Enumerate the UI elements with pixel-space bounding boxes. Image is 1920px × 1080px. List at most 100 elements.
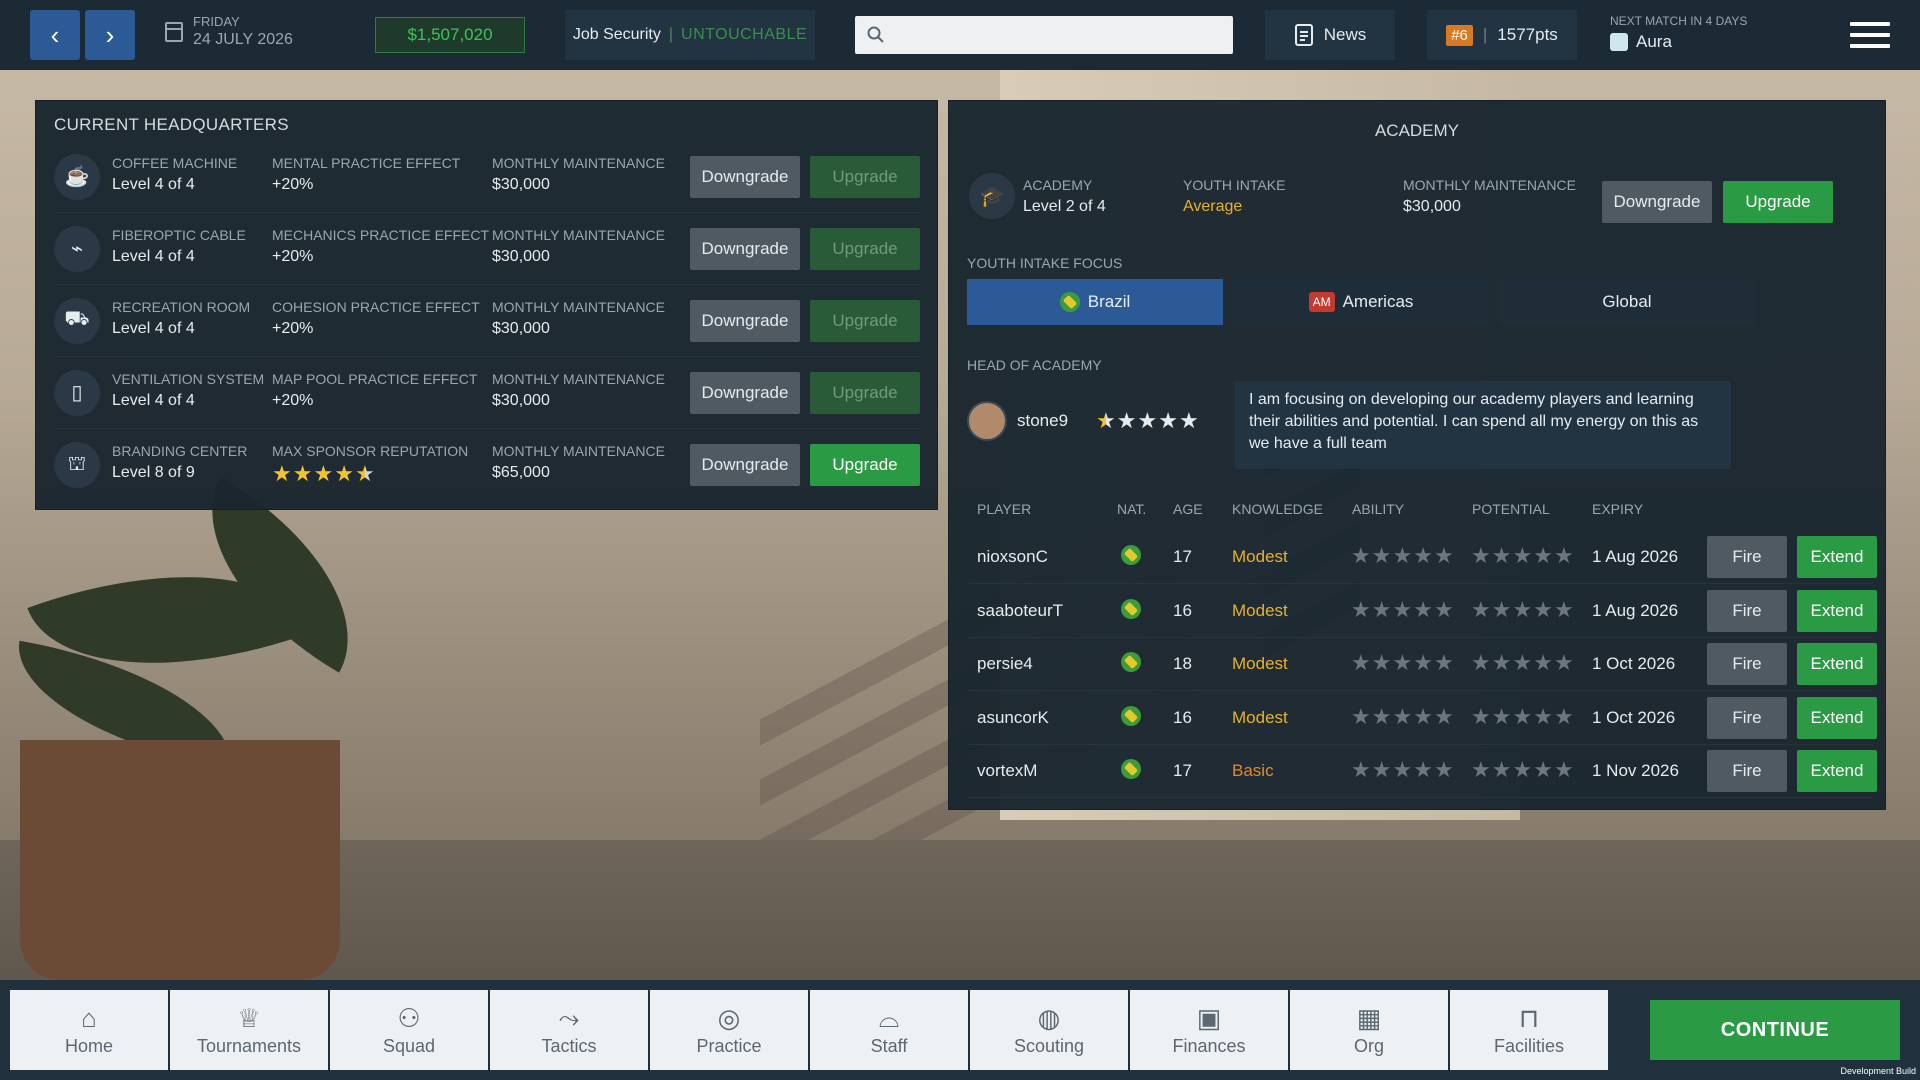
star-icon: ★ bbox=[1491, 650, 1512, 675]
maintenance-value: $30,000 bbox=[492, 248, 550, 265]
star-icon: ★ bbox=[1433, 703, 1454, 729]
avatar bbox=[967, 401, 1007, 441]
player-name[interactable]: persie4 bbox=[977, 654, 1033, 674]
upgrade-button[interactable]: Upgrade bbox=[810, 228, 920, 270]
tab-staff[interactable]: ⌓ Staff bbox=[810, 990, 968, 1070]
star-icon: ★ bbox=[1491, 596, 1512, 622]
tab-facilities[interactable]: ⊓ Facilities bbox=[1450, 990, 1608, 1070]
academy-upgrade-button[interactable]: Upgrade bbox=[1723, 181, 1833, 223]
player-knowledge: Modest bbox=[1232, 600, 1288, 620]
star-icon: ★ bbox=[1533, 703, 1553, 729]
tab-label: Scouting bbox=[1013, 1035, 1085, 1056]
upgrade-button[interactable]: Upgrade bbox=[810, 444, 920, 486]
table-row[interactable]: persie4 18 Modest ★ ★ ★ ★ ★ ★ ★ ★ ★ ★ 1 Oct 2026 Fire E… bbox=[969, 638, 1877, 691]
balance[interactable]: $1,507,020 bbox=[375, 17, 525, 53]
top-bar: ‹ › FRIDAY 24 JULY 2026 $1,507,020 Job S… bbox=[0, 0, 1920, 70]
potential-stars: ★ ★ ★ ★ ★ bbox=[1471, 703, 1574, 729]
extend-button[interactable]: Extend bbox=[1797, 696, 1877, 739]
extend-button[interactable]: Extend bbox=[1797, 643, 1877, 685]
tab-practice[interactable]: ◎ Practice bbox=[650, 990, 808, 1070]
player-name[interactable]: saaboteurT bbox=[977, 601, 1063, 621]
potential-stars: ★ ★ ★ ★ ★ bbox=[1471, 543, 1574, 568]
facility-row: ⌁ FIBEROPTIC CABLE Level 4 of 4 MECHANICS… bbox=[54, 213, 920, 285]
panel-title: CURRENT HEADQUARTERS bbox=[54, 115, 289, 134]
extend-button[interactable]: Extend bbox=[1797, 536, 1877, 578]
search-input[interactable] bbox=[895, 26, 1215, 44]
focus-option-label: Global bbox=[1602, 292, 1652, 311]
player-age: 16 bbox=[1173, 707, 1192, 727]
star-icon: ★ bbox=[1413, 650, 1433, 675]
tab-home[interactable]: ⌂ Home bbox=[10, 990, 168, 1070]
tab-tactics[interactable]: ⤳ Tactics bbox=[490, 990, 648, 1070]
table-row[interactable]: asuncorK 16 Modest ★ ★ ★ ★ ★ ★ ★ ★ ★ ★ 1 Oct 2026 Fire… bbox=[969, 692, 1877, 745]
ability-stars: ★ ★ ★ ★ ★ bbox=[1351, 650, 1454, 675]
upgrade-button[interactable]: Upgrade bbox=[810, 300, 920, 342]
back-button[interactable]: ‹ bbox=[30, 10, 80, 60]
youth-intake-label: YOUTH INTAKE bbox=[1183, 177, 1286, 193]
star-icon: ★ bbox=[1533, 543, 1553, 568]
head-rating-stars: ★ ★ ★ ★ ★ bbox=[1096, 408, 1199, 433]
downgrade-button[interactable]: Downgrade bbox=[690, 156, 800, 198]
fire-button[interactable]: Fire bbox=[1707, 589, 1787, 632]
news-label: News bbox=[1323, 25, 1367, 44]
fire-button[interactable]: Fire bbox=[1707, 696, 1787, 739]
job-security[interactable]: Job Security | UNTOUCHABLE bbox=[565, 10, 815, 60]
tab-squad[interactable]: ⚇ Squad bbox=[330, 990, 488, 1070]
fire-button[interactable]: Fire bbox=[1707, 750, 1787, 792]
star-icon: ★ bbox=[1471, 757, 1491, 782]
extend-button[interactable]: Extend bbox=[1797, 750, 1877, 792]
effect-label: MENTAL PRACTICE EFFECT bbox=[272, 155, 461, 171]
player-name[interactable]: asuncorK bbox=[977, 708, 1049, 728]
upgrade-button[interactable]: Upgrade bbox=[810, 156, 920, 198]
search-bar[interactable] bbox=[855, 16, 1233, 54]
extend-button[interactable]: Extend bbox=[1797, 589, 1877, 632]
fire-button[interactable]: Fire bbox=[1707, 643, 1787, 685]
menu-icon[interactable] bbox=[1850, 22, 1890, 48]
star-icon: ★ bbox=[1533, 650, 1553, 675]
facility-name: RECREATION ROOM bbox=[112, 299, 251, 315]
focus-option-brazil[interactable]: Brazil bbox=[967, 279, 1223, 325]
tab-org[interactable]: ▦ Org bbox=[1290, 990, 1448, 1070]
focus-option-americas[interactable]: AM Americas bbox=[1233, 279, 1489, 325]
tab-label: Tactics bbox=[541, 1035, 597, 1056]
forward-button[interactable]: › bbox=[85, 10, 135, 60]
maintenance-label: MONTHLY MAINTENANCE bbox=[492, 371, 665, 387]
ranking-button[interactable]: #6 | 1577pts bbox=[1427, 10, 1577, 60]
table-row[interactable]: saaboteurT 16 Modest ★ ★ ★ ★ ★ ★ ★ ★ ★ ★ 1 Aug 2026 Fi… bbox=[969, 585, 1877, 638]
weekday: FRIDAY bbox=[193, 14, 240, 29]
maintenance-label: MONTHLY MAINTENANCE bbox=[1403, 177, 1576, 193]
continue-button[interactable]: CONTINUE bbox=[1650, 1000, 1900, 1060]
star-icon: ★ bbox=[1553, 596, 1574, 622]
fire-button[interactable]: Fire bbox=[1707, 536, 1787, 578]
next-match[interactable]: NEXT MATCH IN 4 DAYS Aura bbox=[1610, 14, 1747, 52]
news-button[interactable]: News bbox=[1265, 10, 1395, 60]
player-expiry: 1 Nov 2026 bbox=[1592, 761, 1679, 780]
facility-level: Level 4 of 4 bbox=[112, 248, 195, 265]
downgrade-button[interactable]: Downgrade bbox=[690, 372, 800, 414]
half-star-icon: ★ bbox=[354, 461, 375, 486]
tab-finances[interactable]: ▣ Finances bbox=[1130, 990, 1288, 1070]
table-row[interactable]: vortexM 17 Basic ★ ★ ★ ★ ★ ★ ★ ★ ★ ★ 1 Nov 2026 Fire Ex… bbox=[969, 745, 1877, 798]
downgrade-button[interactable]: Downgrade bbox=[690, 444, 800, 486]
downgrade-button[interactable]: Downgrade bbox=[690, 300, 800, 342]
player-name[interactable]: vortexM bbox=[977, 761, 1037, 781]
column-player: PLAYER bbox=[977, 501, 1032, 517]
tab-tournaments[interactable]: ♕ Tournaments bbox=[170, 990, 328, 1070]
potential-stars: ★ ★ ★ ★ ★ bbox=[1471, 650, 1574, 675]
academy-downgrade-button[interactable]: Downgrade bbox=[1602, 181, 1712, 223]
facility-list: ☕ COFFEE MACHINE Level 4 of 4 MENTAL PRAC… bbox=[54, 141, 920, 501]
player-name[interactable]: nioxsonC bbox=[977, 547, 1048, 567]
star-icon: ★ bbox=[1178, 408, 1199, 433]
focus-option-global[interactable]: Global bbox=[1499, 279, 1755, 325]
ranking-points: 1577pts bbox=[1497, 25, 1558, 44]
star-icon: ★ bbox=[1371, 543, 1392, 568]
effect-value: +20% bbox=[272, 392, 314, 409]
downgrade-button[interactable]: Downgrade bbox=[690, 228, 800, 270]
facility-row: ▯ VENTILATION SYSTEM Level 4 of 4 MAP POO… bbox=[54, 357, 920, 429]
tab-scouting[interactable]: ◍ Scouting bbox=[970, 990, 1128, 1070]
upgrade-button[interactable]: Upgrade bbox=[810, 372, 920, 414]
head-of-academy[interactable]: stone9 ★ ★ ★ ★ ★ bbox=[967, 401, 1199, 441]
table-row[interactable]: nioxsonC 17 Modest ★ ★ ★ ★ ★ ★ ★ ★ ★ ★ 1 Aug 2026 Fire… bbox=[969, 531, 1877, 584]
brazil-flag-icon bbox=[1059, 292, 1080, 312]
cable-icon: ⌁ bbox=[54, 225, 100, 272]
